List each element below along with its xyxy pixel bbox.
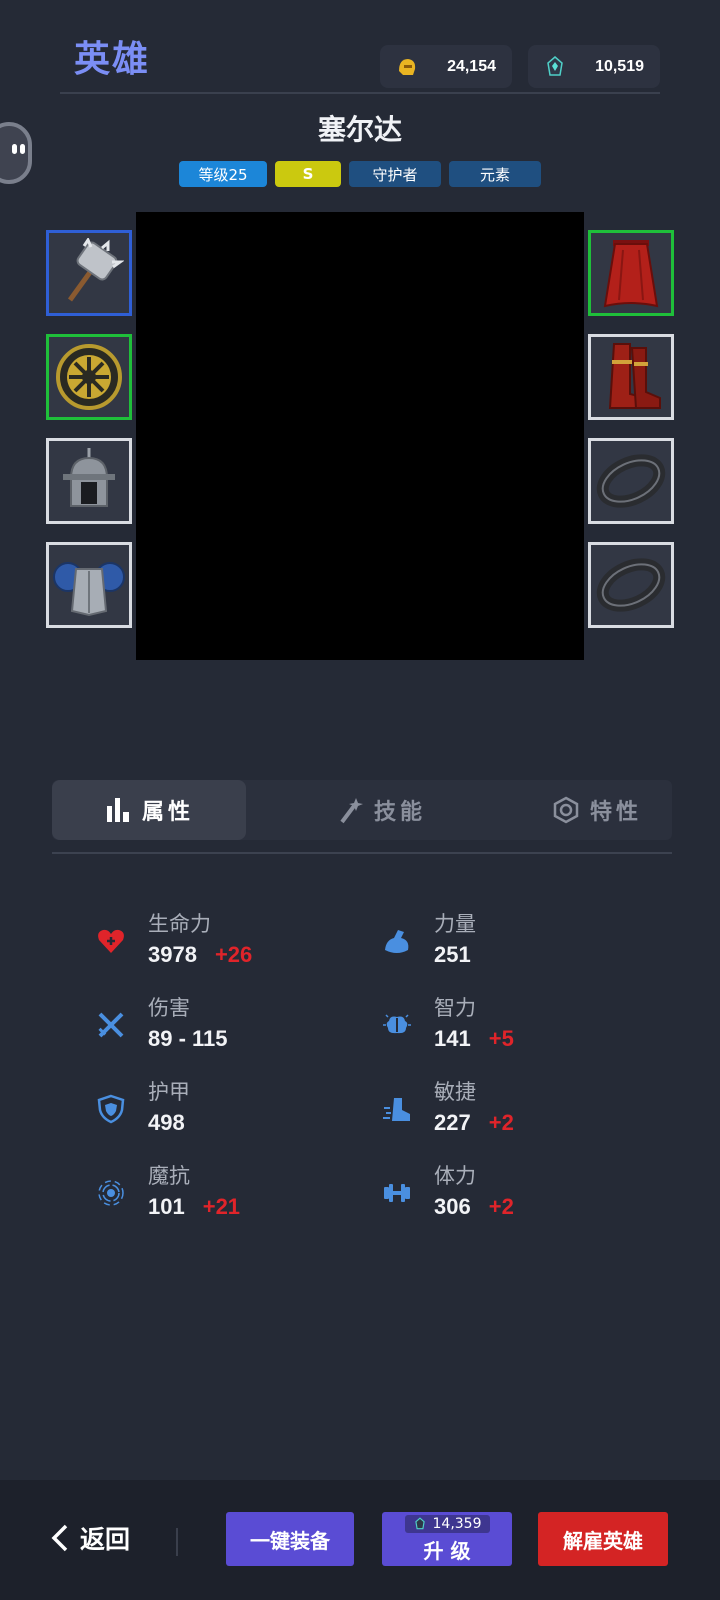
gold-counter[interactable]: 24,154 <box>380 45 512 88</box>
stat-strength-label: 力量 <box>434 912 476 936</box>
stat-intellect-label: 智力 <box>434 996 476 1020</box>
stat-agility-value: 227 +2 <box>434 1110 514 1135</box>
trait-emblem-icon <box>553 796 579 824</box>
stat-stamina-label: 体力 <box>434 1164 476 1188</box>
hero-tags: 等级25 S 守护者 元素 <box>0 161 720 187</box>
war-hammer-icon <box>67 238 124 302</box>
equip-all-button[interactable]: 一键装备 <box>226 1512 354 1566</box>
stat-damage-value: 89 - 115 <box>148 1026 228 1051</box>
tab-attributes-label: 属性 <box>141 800 194 825</box>
stat-magic-resist-bonus: +21 <box>202 1194 241 1219</box>
stat-intellect: 智力 141 +5 <box>382 992 642 1062</box>
stat-magic-resist: 魔抗 101 +21 <box>96 1160 356 1230</box>
boots-slot[interactable] <box>588 334 674 420</box>
back-label: 返回 <box>80 1525 131 1554</box>
boot-icon <box>383 1098 410 1121</box>
iron-helmet-icon <box>63 448 115 507</box>
gold-value: 24,154 <box>447 57 496 75</box>
weapon-slot[interactable] <box>46 230 132 316</box>
brain-icon <box>383 1014 411 1034</box>
hero-name: 塞尔达 <box>317 113 402 146</box>
ring-slot-2[interactable] <box>588 542 674 628</box>
stat-stamina-value: 306 +2 <box>434 1194 514 1219</box>
stat-hp-value: 3978 +26 <box>148 942 253 967</box>
stat-magic-resist-label: 魔抗 <box>148 1164 190 1188</box>
crystal-icon <box>542 54 568 80</box>
level-badge: 等级25 <box>179 161 267 187</box>
header-divider <box>60 92 660 94</box>
stat-magic-resist-value: 101 +21 <box>148 1194 241 1219</box>
tab-divider <box>52 852 672 854</box>
stat-armor: 护甲 498 <box>96 1076 356 1146</box>
black-ring-icon <box>596 454 666 508</box>
gold-helmet-icon <box>394 54 420 80</box>
gem-value: 10,519 <box>595 57 644 75</box>
hero-portrait <box>136 212 584 660</box>
stat-strength-value: 251 <box>434 942 471 967</box>
upgrade-button[interactable]: 14,359 升 级 <box>382 1512 512 1566</box>
stat-agility-label: 敏捷 <box>434 1080 476 1104</box>
stat-agility-bonus: +2 <box>488 1110 514 1135</box>
shield-slot[interactable] <box>46 334 132 420</box>
footer-divider <box>176 1528 178 1556</box>
ring-slot-1[interactable] <box>588 438 674 524</box>
crystal-icon <box>414 1516 425 1529</box>
flexed-arm-icon <box>385 930 409 953</box>
magic-swirl-icon <box>98 1180 124 1206</box>
stat-intellect-bonus: +5 <box>488 1026 514 1051</box>
stat-armor-value: 498 <box>148 1110 185 1135</box>
role-badge: 守护者 <box>349 161 441 187</box>
crossed-swords-icon <box>98 1012 124 1038</box>
upgrade-cost-value: 14,359 <box>432 1515 482 1532</box>
heart-icon <box>98 929 124 953</box>
stat-armor-label: 护甲 <box>148 1080 190 1104</box>
dismiss-hero-button[interactable]: 解雇英雄 <box>538 1512 668 1566</box>
tab-bar: 属性 技能 特性 <box>52 780 672 840</box>
rank-badge: S <box>275 161 341 187</box>
red-cape-icon <box>603 240 659 308</box>
tab-traits-label: 特性 <box>589 800 642 825</box>
helmet-slot[interactable] <box>46 438 132 524</box>
upgrade-cost: 14,359 <box>404 1514 490 1533</box>
blue-pauldron-armor-icon <box>53 562 125 617</box>
tab-attributes[interactable]: 属性 <box>52 780 246 840</box>
chevron-left-icon <box>51 1524 68 1552</box>
shield-icon <box>97 1094 125 1124</box>
stat-hp: 生命力 3978 +26 <box>96 908 356 978</box>
element-badge: 元素 <box>449 161 541 187</box>
upgrade-label: 升 级 <box>423 1538 471 1563</box>
cape-slot[interactable] <box>588 230 674 316</box>
page-title: 英雄 <box>74 39 151 80</box>
stat-agility: 敏捷 227 +2 <box>382 1076 642 1146</box>
stat-strength: 力量 251 <box>382 908 642 978</box>
stat-damage-label: 伤害 <box>148 996 190 1020</box>
back-button[interactable]: 返回 <box>50 1520 130 1556</box>
stat-stamina: 体力 306 +2 <box>382 1160 642 1230</box>
stat-stamina-bonus: +2 <box>488 1194 514 1219</box>
stat-damage: 伤害 89 - 115 <box>96 992 356 1062</box>
gem-counter[interactable]: 10,519 <box>528 45 660 88</box>
stat-hp-label: 生命力 <box>148 912 211 936</box>
golden-shield-icon <box>56 344 122 410</box>
tab-skills-label: 技能 <box>373 800 426 825</box>
stat-intellect-value: 141 +5 <box>434 1026 514 1051</box>
magic-wand-icon <box>340 798 363 824</box>
tab-traits[interactable]: 特性 <box>522 780 672 840</box>
tab-skills[interactable]: 技能 <box>302 780 462 840</box>
dumbbell-icon <box>384 1184 410 1202</box>
armor-slot[interactable] <box>46 542 132 628</box>
red-boots-icon <box>608 343 661 409</box>
bar-chart-icon <box>106 798 129 822</box>
black-ring-icon <box>596 558 666 612</box>
stat-hp-bonus: +26 <box>214 942 253 967</box>
